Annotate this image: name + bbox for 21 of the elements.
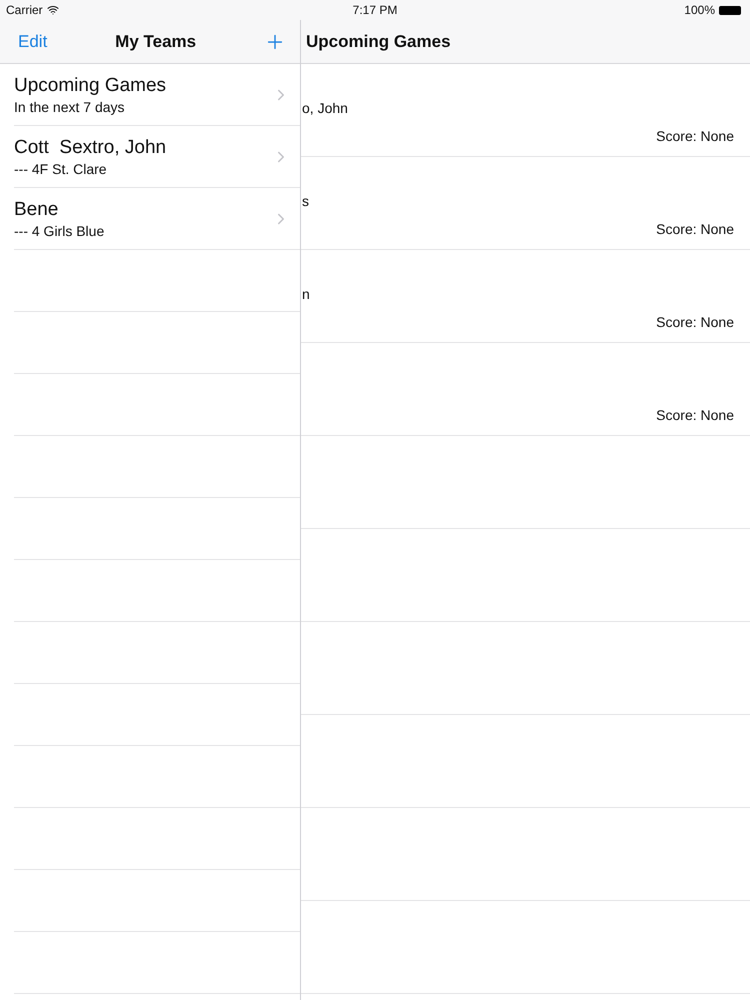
nav-title: My Teams (115, 32, 196, 52)
score-label: Score: None (656, 128, 734, 144)
game-name: s (302, 193, 309, 209)
game-row[interactable]: Score: None (301, 343, 750, 436)
game-row[interactable]: s Score: None (301, 157, 750, 250)
status-time: 7:17 PM (352, 3, 398, 17)
battery-icon (719, 6, 741, 14)
score-label: Score: None (656, 314, 734, 330)
game-name: o, John (302, 100, 348, 116)
battery-percent: 100% (684, 3, 715, 17)
carrier-label: Carrier (6, 3, 43, 17)
edit-button[interactable]: Edit (18, 32, 48, 52)
team-list-item[interactable]: Upcoming Games In the next 7 days (14, 64, 300, 126)
score-label: Score: None (656, 221, 734, 237)
detail-title: Upcoming Games (306, 32, 451, 52)
team-list-item[interactable]: Cott Sextro, John --- 4F St. Clare (14, 126, 300, 188)
score-label: Score: None (656, 407, 734, 423)
game-row[interactable]: n Score: None (301, 250, 750, 343)
game-row[interactable]: o, John Score: None (301, 64, 750, 157)
game-name: n (302, 286, 310, 302)
team-list-item[interactable]: Bene --- 4 Girls Blue (14, 188, 300, 250)
